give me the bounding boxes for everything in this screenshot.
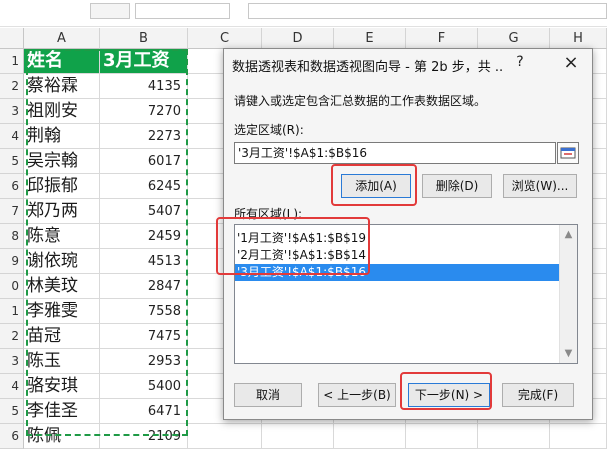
row-header[interactable]: 6 bbox=[0, 424, 24, 449]
salary-cell[interactable]: 7270 bbox=[100, 99, 188, 124]
column-header-a[interactable]: A bbox=[24, 28, 100, 49]
salary-cell[interactable]: 6017 bbox=[100, 149, 188, 174]
list-item-selected[interactable]: '3月工资'!$A$1:$B$16 bbox=[235, 264, 559, 281]
name-cell[interactable]: 荆翰 bbox=[24, 124, 100, 149]
row-header[interactable]: 5 bbox=[0, 399, 24, 424]
name-cell[interactable]: 蔡裕霖 bbox=[24, 74, 100, 99]
salary-cell[interactable]: 5400 bbox=[100, 374, 188, 399]
delete-button[interactable]: 删除(D) bbox=[422, 174, 492, 198]
list-item[interactable]: '1月工资'!$A$1:$B$19 bbox=[235, 230, 559, 247]
row-header[interactable]: 9 bbox=[0, 249, 24, 274]
empty-cell[interactable] bbox=[478, 424, 550, 449]
name-cell[interactable]: 骆安琪 bbox=[24, 374, 100, 399]
row-header[interactable]: 1 bbox=[0, 49, 24, 74]
salary-cell[interactable]: 4513 bbox=[100, 249, 188, 274]
row-header[interactable]: 4 bbox=[0, 374, 24, 399]
salary-cell[interactable]: 6471 bbox=[100, 399, 188, 424]
collapse-dialog-icon bbox=[560, 147, 576, 159]
column-header-f[interactable]: F bbox=[406, 28, 478, 49]
column-header-e[interactable]: E bbox=[334, 28, 406, 49]
column-header-h[interactable]: H bbox=[550, 28, 607, 49]
column-header-b[interactable]: B bbox=[100, 28, 188, 49]
name-cell[interactable]: 郑乃两 bbox=[24, 199, 100, 224]
row-header[interactable]: 4 bbox=[0, 124, 24, 149]
salary-cell[interactable]: 4135 bbox=[100, 74, 188, 99]
name-cell[interactable]: 陈意 bbox=[24, 224, 100, 249]
column-header-d[interactable]: D bbox=[262, 28, 334, 49]
header-cell-name[interactable]: 姓名 bbox=[24, 49, 100, 74]
add-button[interactable]: 添加(A) bbox=[341, 174, 411, 198]
name-cell[interactable]: 陈佩 bbox=[24, 424, 100, 449]
empty-cell[interactable] bbox=[262, 424, 334, 449]
row-header[interactable]: 2 bbox=[0, 74, 24, 99]
excel-window: A B C D E F G H 1 姓名 3月工资 2 蔡裕霖 4135 3 祖刚安 7270 4… bbox=[0, 0, 607, 454]
row-header[interactable]: 8 bbox=[0, 224, 24, 249]
all-ranges-label: 所有区域(L): bbox=[234, 207, 303, 221]
row-header[interactable]: 0 bbox=[0, 274, 24, 299]
formula-controls bbox=[135, 3, 230, 19]
salary-cell[interactable]: 7475 bbox=[100, 324, 188, 349]
salary-cell[interactable]: 6245 bbox=[100, 174, 188, 199]
row-header[interactable]: 5 bbox=[0, 149, 24, 174]
name-cell[interactable]: 祖刚安 bbox=[24, 99, 100, 124]
name-box[interactable] bbox=[90, 3, 130, 19]
column-header-c[interactable]: C bbox=[188, 28, 262, 49]
empty-cell[interactable] bbox=[188, 424, 262, 449]
name-cell[interactable]: 苗冠 bbox=[24, 324, 100, 349]
salary-cell[interactable]: 2109 bbox=[100, 424, 188, 449]
name-cell[interactable]: 李佳圣 bbox=[24, 399, 100, 424]
range-input[interactable]: '3月工资'!$A$1:$B$16 bbox=[234, 142, 556, 164]
salary-cell[interactable]: 5407 bbox=[100, 199, 188, 224]
name-cell[interactable]: 吴宗翰 bbox=[24, 149, 100, 174]
salary-cell[interactable]: 2273 bbox=[100, 124, 188, 149]
browse-button[interactable]: 浏览(W)... bbox=[503, 174, 577, 198]
salary-cell[interactable]: 2953 bbox=[100, 349, 188, 374]
salary-cell[interactable]: 2459 bbox=[100, 224, 188, 249]
name-cell[interactable]: 陈玉 bbox=[24, 349, 100, 374]
scroll-up-icon[interactable]: ▲ bbox=[560, 226, 577, 243]
close-button[interactable]: × bbox=[558, 51, 584, 75]
range-picker-button[interactable] bbox=[557, 142, 579, 164]
list-item[interactable]: '2月工资'!$A$1:$B$14 bbox=[235, 247, 559, 264]
row-header[interactable]: 3 bbox=[0, 99, 24, 124]
row-header[interactable]: 3 bbox=[0, 349, 24, 374]
pivot-wizard-dialog: 数据透视表和数据透视图向导 - 第 2b 步，共 ... ? × 请键入或选定包… bbox=[216, 48, 593, 420]
name-cell[interactable]: 林美玟 bbox=[24, 274, 100, 299]
row-header[interactable]: 1 bbox=[0, 299, 24, 324]
salary-cell[interactable]: 7558 bbox=[100, 299, 188, 324]
header-cell-salary[interactable]: 3月工资 bbox=[100, 49, 188, 74]
help-button[interactable]: ? bbox=[512, 54, 528, 74]
name-cell[interactable]: 邱振郁 bbox=[24, 174, 100, 199]
salary-cell[interactable]: 2847 bbox=[100, 274, 188, 299]
row-header[interactable]: 2 bbox=[0, 324, 24, 349]
empty-cell[interactable] bbox=[550, 424, 607, 449]
name-cell[interactable]: 谢依琬 bbox=[24, 249, 100, 274]
range-label: 选定区域(R): bbox=[234, 123, 304, 137]
list-scrollbar[interactable]: ▲ ▼ bbox=[559, 225, 577, 363]
name-cell[interactable]: 李雅雯 bbox=[24, 299, 100, 324]
all-ranges-list[interactable]: '1月工资'!$A$1:$B$19 '2月工资'!$A$1:$B$14 '3月工… bbox=[234, 224, 578, 364]
row-header[interactable]: 6 bbox=[0, 174, 24, 199]
dialog-title: 数据透视表和数据透视图向导 - 第 2b 步，共 ... bbox=[232, 60, 502, 74]
instruction-text: 请键入或选定包含汇总数据的工作表数据区域。 bbox=[234, 94, 487, 108]
finish-button[interactable]: 完成(F) bbox=[502, 383, 574, 407]
cancel-button[interactable]: 取消 bbox=[234, 383, 302, 407]
empty-cell[interactable] bbox=[406, 424, 478, 449]
empty-cell[interactable] bbox=[334, 424, 406, 449]
scroll-down-icon[interactable]: ▼ bbox=[560, 345, 577, 362]
formula-input[interactable] bbox=[248, 3, 607, 19]
select-all-corner[interactable] bbox=[0, 28, 24, 49]
next-button[interactable]: 下一步(N) > bbox=[408, 383, 490, 407]
column-header-g[interactable]: G bbox=[478, 28, 550, 49]
formula-bar-strip bbox=[0, 0, 607, 27]
back-button[interactable]: < 上一步(B) bbox=[318, 383, 396, 407]
row-header[interactable]: 7 bbox=[0, 199, 24, 224]
